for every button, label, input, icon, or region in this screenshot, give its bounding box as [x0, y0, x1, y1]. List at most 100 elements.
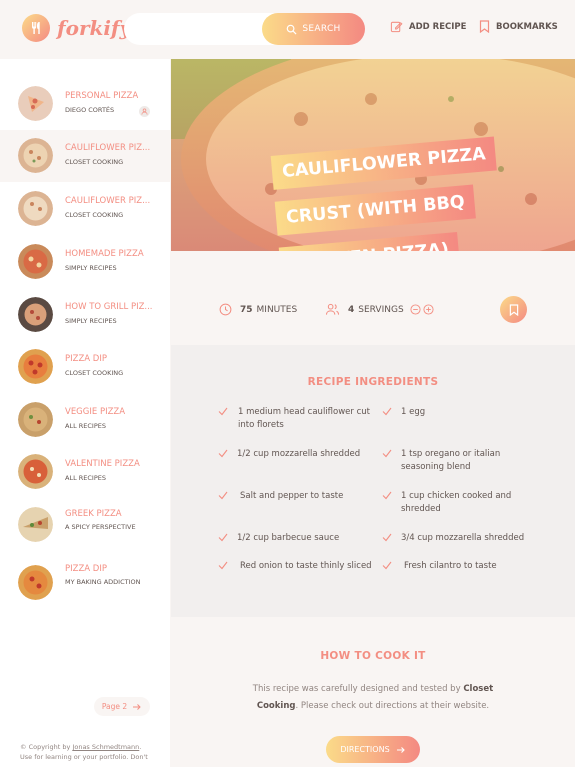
check-icon — [382, 491, 392, 500]
ingredient-item: 1/2 cup barbecue sauce — [218, 532, 377, 545]
ingredients-title: RECIPE INGREDIENTS — [307, 376, 439, 388]
result-item[interactable]: CAULIFLOWER PIZ... CLOSET COOKING — [0, 130, 170, 182]
ingredient-item: 1 cup chicken cooked and shredded — [382, 490, 541, 516]
recipe-thumbnail — [18, 454, 53, 489]
ingredient-item: 1/2 cup mozzarella shredded — [218, 448, 377, 461]
clock-icon — [219, 303, 232, 316]
minutes-value: 75 — [240, 304, 253, 315]
ingredient-text: 1 tsp oregano or italian seasoning blend — [401, 449, 501, 472]
header: forkify SEARCH ADD RECIPE BOOKMARKS — [0, 0, 575, 59]
result-item[interactable]: HOMEMADE PIZZA SIMPLY RECIPES — [0, 236, 170, 288]
result-item[interactable]: HOW TO GRILL PIZ... SIMPLY RECIPES — [0, 288, 170, 340]
result-title: VEGGIE PIZZA — [65, 407, 126, 417]
recipe-thumbnail — [18, 565, 53, 600]
user-generated-icon — [139, 106, 150, 117]
check-icon — [382, 561, 392, 570]
ingredient-item: Fresh cilantro to taste — [382, 560, 544, 573]
check-icon — [382, 407, 392, 416]
result-publisher: CLOSET COOKING — [65, 211, 124, 219]
recipe-thumbnail — [18, 297, 53, 332]
arrow-right-icon — [133, 703, 141, 710]
decrease-servings-icon[interactable] — [410, 304, 421, 315]
result-publisher: ALL RECIPES — [65, 474, 106, 482]
logo-text: forkify — [57, 16, 132, 40]
ingredient-text: 1/2 cup barbecue sauce — [237, 533, 340, 543]
edit-icon — [390, 21, 403, 33]
check-icon — [218, 533, 228, 542]
recipe-thumbnail — [18, 402, 53, 437]
check-icon — [218, 407, 228, 416]
pagination-next-button[interactable]: Page 2 — [94, 697, 150, 716]
recipe-thumbnail — [18, 191, 53, 226]
directions-prefix: This recipe was carefully designed and t… — [252, 684, 464, 694]
result-title: PIZZA DIP — [65, 564, 107, 574]
result-publisher: DIEGO CORTÉS — [65, 106, 115, 114]
result-title: VALENTINE PIZZA — [65, 459, 140, 469]
result-item[interactable]: VALENTINE PIZZA ALL RECIPES — [0, 446, 170, 498]
ingredient-text: 1 medium head cauliflower cut into flore… — [238, 407, 370, 430]
add-recipe-button[interactable]: ADD RECIPE — [390, 20, 466, 33]
ingredient-text: 1 cup chicken cooked and shredded — [401, 491, 512, 514]
result-title: HOW TO GRILL PIZ... — [65, 302, 153, 312]
result-item[interactable]: PIZZA DIP CLOSET COOKING — [0, 341, 170, 393]
arrow-right-icon — [396, 746, 405, 753]
ingredient-item: 3/4 cup mozzarella shredded — [382, 532, 541, 545]
recipe-thumbnail — [18, 244, 53, 279]
bookmark-recipe-button[interactable] — [500, 296, 527, 323]
ingredient-item: 1 medium head cauliflower cut into flore… — [218, 406, 377, 432]
recipe-details: 75 MINUTES 4 SERVINGS — [171, 251, 575, 345]
recipe-title-line: CRUST (WITH BBQ — [274, 184, 477, 236]
search-input[interactable] — [138, 21, 258, 37]
ingredient-text: Salt and pepper to taste — [240, 491, 344, 501]
result-item[interactable]: VEGGIE PIZZA ALL RECIPES — [0, 394, 170, 446]
result-publisher: CLOSET COOKING — [65, 369, 124, 377]
result-item[interactable]: PIZZA DIP MY BAKING ADDICTION — [0, 552, 170, 604]
result-publisher: A SPICY PERSPECTIVE — [65, 523, 136, 531]
result-item[interactable]: PERSONAL PIZZA DIEGO CORTÉS — [0, 78, 170, 130]
increase-servings-icon[interactable] — [423, 304, 434, 315]
pagination-label: Page 2 — [101, 702, 128, 711]
bookmark-icon — [479, 20, 490, 33]
result-publisher: SIMPLY RECIPES — [65, 264, 117, 272]
search-button[interactable]: SEARCH — [262, 13, 365, 45]
copyright: © Copyright by Jonas Schmedtmann. Use fo… — [20, 742, 155, 762]
ingredient-text: Fresh cilantro to taste — [404, 561, 497, 571]
ingredient-text: 3/4 cup mozzarella shredded — [401, 533, 525, 543]
directions-button[interactable]: DIRECTIONS — [326, 736, 420, 763]
result-title: PIZZA DIP — [65, 354, 107, 364]
bookmark-icon — [509, 303, 518, 316]
result-title: PERSONAL PIZZA — [65, 91, 139, 101]
result-title: CAULIFLOWER PIZ... — [65, 196, 151, 206]
ingredient-item: Red onion to taste thinly sliced — [218, 560, 380, 573]
bookmarks-button[interactable]: BOOKMARKS — [479, 20, 558, 33]
result-item[interactable]: CAULIFLOWER PIZ... CLOSET COOKING — [0, 183, 170, 235]
add-recipe-label: ADD RECIPE — [409, 21, 467, 32]
copyright-prefix: © Copyright by — [20, 743, 73, 751]
recipe-thumbnail — [18, 349, 53, 384]
result-item[interactable]: GREEK PIZZA A SPICY PERSPECTIVE — [0, 499, 170, 551]
recipe-thumbnail — [18, 86, 53, 121]
ingredient-text: 1 egg — [401, 407, 426, 417]
result-publisher: MY BAKING ADDICTION — [65, 578, 141, 586]
search-form: SEARCH — [124, 13, 365, 45]
check-icon — [382, 533, 392, 542]
ingredient-item: Salt and pepper to taste — [218, 490, 380, 503]
bookmarks-label: BOOKMARKS — [496, 21, 558, 32]
minutes-label: MINUTES — [256, 304, 298, 315]
result-title: GREEK PIZZA — [65, 509, 122, 519]
recipe-title-line: CAULIFLOWER PIZZA — [270, 136, 497, 190]
result-title: HOMEMADE PIZZA — [65, 249, 144, 259]
search-button-label: SEARCH — [302, 24, 341, 34]
servings-label: SERVINGS — [358, 304, 404, 315]
fork-knife-icon — [22, 14, 50, 42]
ingredient-item: 1 egg — [382, 406, 541, 419]
recipe-thumbnail — [18, 138, 53, 173]
directions-button-label: DIRECTIONS — [340, 745, 390, 754]
ingredient-item: 1 tsp oregano or italian seasoning blend — [382, 448, 541, 474]
cooking-time: 75 MINUTES — [219, 303, 297, 316]
logo[interactable]: forkify — [22, 14, 131, 42]
result-title: CAULIFLOWER PIZ... — [65, 143, 151, 153]
servings: 4 SERVINGS — [325, 303, 442, 316]
check-icon — [218, 449, 228, 458]
author-link[interactable]: Jonas Schmedtmann — [72, 743, 139, 751]
